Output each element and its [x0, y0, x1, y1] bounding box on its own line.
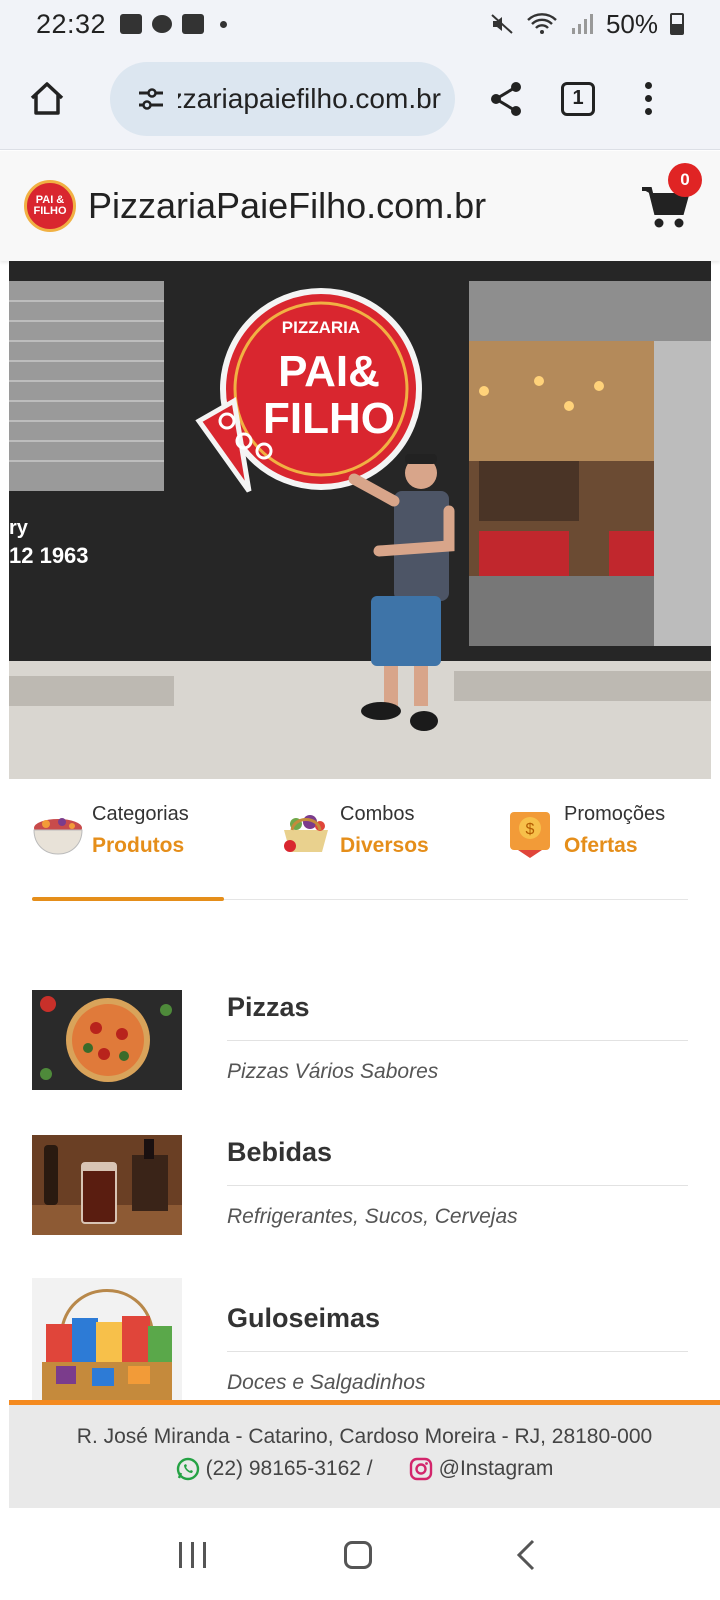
tab-categorias[interactable]: Categorias Produtos	[32, 800, 189, 864]
active-tab-indicator	[32, 897, 224, 901]
contact-row: (22) 98165-3162 / @Instagram	[9, 1457, 720, 1481]
status-bar: 22:32 50%	[0, 0, 720, 48]
more-notifications-icon	[220, 20, 228, 28]
tab-label-line1: Promoções	[564, 803, 666, 825]
category-description: Pizzas Vários Sabores	[227, 1060, 439, 1083]
back-button[interactable]	[511, 1538, 541, 1572]
tab-label-line1: Categorias	[92, 803, 189, 825]
instagram-icon[interactable]	[409, 1457, 433, 1481]
cart-button[interactable]: 0	[638, 163, 702, 233]
url-text[interactable]: pizzariapaiefilho.com.br	[178, 83, 441, 115]
wifi-icon	[527, 13, 557, 34]
hero-image: ry 12 1963 PIZZARIA PAI& FILHO	[9, 261, 711, 779]
svg-text:$: $	[526, 821, 535, 838]
tab-switcher-button[interactable]: 1	[561, 81, 595, 116]
tab-label-line2: Diversos	[340, 834, 429, 857]
battery-level: 50%	[605, 8, 658, 39]
signal-icon	[571, 14, 593, 34]
share-button[interactable]	[479, 72, 533, 126]
notification-icons	[120, 14, 228, 34]
menu-icon[interactable]	[645, 82, 652, 115]
alarm-icon	[182, 14, 205, 34]
whatsapp-icon[interactable]	[176, 1457, 200, 1481]
category-name[interactable]: Pizzas	[227, 992, 310, 1023]
sign-line-1: PAI&	[278, 347, 380, 396]
wall-text-1: ry	[9, 517, 29, 539]
basket-icon	[284, 815, 328, 852]
tab-promocoes[interactable]: $ Promoções Ofertas	[504, 800, 665, 864]
bebidas-thumbnail[interactable]	[32, 1135, 182, 1235]
battery-icon	[670, 13, 684, 35]
home-button[interactable]	[20, 72, 74, 126]
voicemail-icon	[120, 14, 143, 34]
browser-toolbar: pizzariapaiefilho.com.br 1	[0, 48, 720, 150]
share-icon	[491, 81, 521, 116]
tab-label-line2: Ofertas	[564, 834, 638, 857]
phone-link[interactable]: (22) 98165-3162 /	[206, 1457, 373, 1481]
message-icon	[152, 15, 173, 33]
home-nav-button[interactable]	[344, 1541, 373, 1569]
address-bar[interactable]: pizzariapaiefilho.com.br	[110, 61, 455, 136]
site-footer: R. José Miranda - Catarino, Cardoso More…	[9, 1400, 720, 1508]
site-header: PAI & FILHO PizzariaPaieFilho.com.br 0	[0, 151, 720, 261]
storefront-photo: ry 12 1963 PIZZARIA PAI& FILHO	[9, 261, 711, 779]
recents-button[interactable]	[179, 1542, 207, 1568]
mute-icon	[491, 14, 513, 34]
cart-count-badge: 0	[668, 163, 702, 197]
category-description: Refrigerantes, Sucos, Cervejas	[227, 1205, 518, 1228]
clock: 22:32	[36, 8, 107, 39]
category-name[interactable]: Bebidas	[227, 1137, 332, 1168]
tab-combos[interactable]: Combos Diversos	[280, 800, 429, 864]
home-icon	[30, 81, 64, 115]
site-title[interactable]: PizzariaPaieFilho.com.br	[88, 185, 486, 227]
wall-text-2: 12 1963	[9, 543, 89, 568]
divider	[227, 1040, 688, 1041]
guloseimas-thumbnail[interactable]	[32, 1278, 182, 1400]
sign-top-text: PIZZARIA	[282, 318, 360, 337]
sign-line-2: FILHO	[263, 394, 395, 443]
address-text: R. José Miranda - Catarino, Cardoso More…	[76, 1425, 653, 1448]
tab-label-line1: Combos	[340, 803, 415, 825]
site-settings-icon[interactable]	[136, 84, 166, 114]
price-tag-icon: $	[510, 812, 550, 858]
divider	[227, 1351, 688, 1352]
system-navigation-bar	[0, 1510, 720, 1600]
category-tabs: Categorias Produtos Combos Diversos $ Pr…	[32, 790, 688, 901]
pizzas-thumbnail[interactable]	[32, 990, 182, 1090]
site-logo[interactable]: PAI & FILHO	[24, 180, 76, 232]
instagram-link[interactable]: @Instagram	[439, 1457, 554, 1481]
category-description: Doces e Salgadinhos	[227, 1371, 426, 1394]
bowl-icon	[33, 818, 83, 855]
tab-label-line2: Produtos	[92, 834, 185, 857]
divider	[227, 1185, 688, 1186]
category-name[interactable]: Guloseimas	[227, 1303, 380, 1334]
